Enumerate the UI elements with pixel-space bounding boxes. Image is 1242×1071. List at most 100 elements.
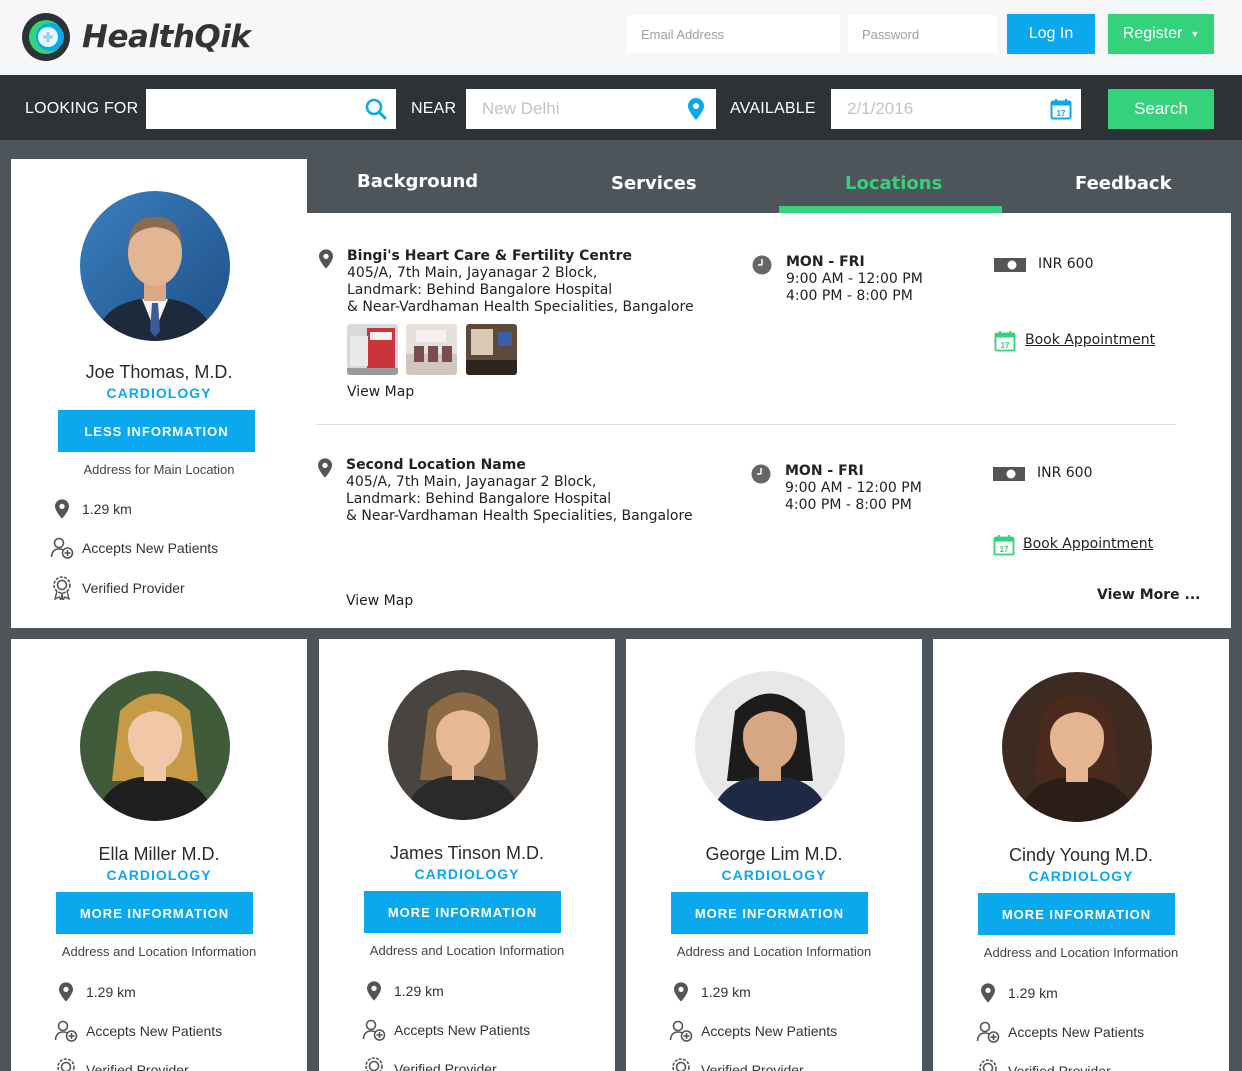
verified-text: Verified Provider [701,1062,804,1071]
hours-slot: 9:00 AM - 12:00 PM [786,271,923,287]
calendar-day: 17 [1057,109,1066,118]
verified-row: Verified Provider [667,1058,804,1071]
healthqik-logo-icon [20,12,72,62]
looking-for-label: LOOKING FOR [25,100,139,117]
book-appointment-link[interactable]: Book Appointment [1023,536,1153,552]
accepts-row: Accepts New Patients [667,1020,837,1042]
map-pin-icon [360,981,388,1001]
more-information-button[interactable]: MORE INFORMATION [671,892,868,934]
top-header: HealthQik Log In Register ▼ [0,0,1242,75]
verified-text: Verified Provider [1008,1063,1111,1071]
verified-badge-icon [974,1059,1002,1071]
verified-badge-icon [360,1057,388,1071]
login-button[interactable]: Log In [1007,14,1095,54]
brand-name: HealthQik [82,19,251,55]
calendar-icon[interactable]: 17 [1041,98,1081,120]
doctor-address: Address and Location Information [369,943,565,958]
near-label: NEAR [411,100,457,117]
search-icon[interactable] [356,98,396,120]
date-input[interactable]: 2/1/2016 17 [831,89,1081,129]
search-button[interactable]: Search [1108,89,1214,129]
accepts-text: Accepts New Patients [394,1022,531,1038]
avatar [388,670,538,820]
accepts-text: Accepts New Patients [86,1023,223,1039]
distance-text: 1.29 km [86,984,136,1000]
view-map-link[interactable]: View Map [346,593,413,609]
location-address-line: Landmark: Behind Bangalore Hospital [347,282,613,298]
map-pin-icon [48,499,76,519]
map-pin-icon [667,982,695,1002]
distance-text: 1.29 km [394,983,444,999]
view-more-link[interactable]: View More ... [1097,587,1200,603]
calendar-icon: 17 [994,330,1016,357]
tab-background[interactable]: Background [357,171,478,192]
accepts-text: Accepts New Patients [82,540,219,556]
hours-slot: 9:00 AM - 12:00 PM [785,480,922,496]
hours-slot: 4:00 PM - 8:00 PM [785,497,912,513]
doctor-specialty: CARDIOLOGY [414,866,520,882]
doctor-name: Cindy Young M.D. [1008,845,1154,865]
doctor-card: Ella Miller M.D. CARDIOLOGY MORE INFORMA… [11,639,307,1071]
doctor-details-panel: Background Services Locations Feedback B… [307,159,1231,628]
add-patient-icon [667,1020,695,1042]
distance-row: 1.29 km [667,982,751,1002]
location-photo-thumbnail[interactable] [347,324,398,375]
near-input[interactable]: New Delhi [466,89,716,129]
password-field[interactable] [848,15,997,53]
tab-services[interactable]: Services [611,173,697,194]
accepts-row: Accepts New Patients [360,1019,530,1041]
doctor-name: Ella Miller M.D. [98,844,220,864]
avatar [695,671,845,821]
add-patient-icon [52,1020,80,1042]
email-field[interactable] [627,15,840,53]
looking-for-input[interactable] [146,89,396,129]
search-bar: LOOKING FOR NEAR New Delhi AVAILABLE 2/1… [0,75,1242,140]
avatar [80,671,230,821]
distance-text: 1.29 km [82,501,132,517]
more-information-button[interactable]: MORE INFORMATION [56,892,253,934]
doctor-specialty: CARDIOLOGY [721,867,827,883]
location-divider [316,424,1176,425]
add-patient-icon [360,1019,388,1041]
view-map-link[interactable]: View Map [347,384,414,400]
location-address-line: Landmark: Behind Bangalore Hospital [346,491,612,507]
tab-locations[interactable]: Locations [845,173,942,194]
tab-feedback[interactable]: Feedback [1075,173,1172,194]
location-photo-thumbnail[interactable] [466,324,517,375]
less-information-button[interactable]: LESS INFORMATION [58,410,255,452]
verified-row: Verified Provider [974,1059,1111,1071]
verified-badge-icon [667,1058,695,1071]
doctor-address: Address and Location Information [61,944,257,959]
location-address-line: 405/A, 7th Main, Jayanagar 2 Block, [347,265,598,281]
verified-row: Verified Provider [360,1057,497,1071]
accepts-row: Accepts New Patients [974,1021,1144,1043]
accepts-text: Accepts New Patients [701,1023,838,1039]
hours-days: MON - FRI [786,254,865,270]
clock-icon [752,255,772,280]
brand-logo[interactable]: HealthQik [20,12,251,62]
svg-text:17: 17 [1000,545,1009,554]
verified-text: Verified Provider [82,580,185,596]
doctor-specialty: CARDIOLOGY [1028,868,1134,884]
distance-row: 1.29 km [974,983,1058,1003]
doctor-address: Address and Location Information [983,945,1179,960]
hours-days: MON - FRI [785,463,864,479]
add-patient-icon [974,1021,1002,1043]
doctor-specialty: CARDIOLOGY [106,867,212,883]
doctor-card: James Tinson M.D. CARDIOLOGY MORE INFORM… [319,639,615,1071]
more-information-button[interactable]: MORE INFORMATION [978,893,1175,935]
money-icon [993,467,1025,486]
active-tab-indicator [779,206,1002,213]
doctor-card: Cindy Young M.D. CARDIOLOGY MORE INFORMA… [933,639,1229,1071]
svg-text:17: 17 [1001,341,1010,350]
location-pin-icon[interactable] [676,98,716,120]
location-photo-thumbnail[interactable] [406,324,457,375]
book-appointment-link[interactable]: Book Appointment [1025,332,1155,348]
accepts-row: Accepts New Patients [52,1020,222,1042]
register-button[interactable]: Register ▼ [1108,14,1214,54]
more-information-button[interactable]: MORE INFORMATION [364,891,561,933]
clock-icon [751,464,771,489]
accepts-row: Accepts New Patients [48,537,218,559]
verified-badge-icon [52,1058,80,1071]
map-pin-icon [318,458,332,483]
